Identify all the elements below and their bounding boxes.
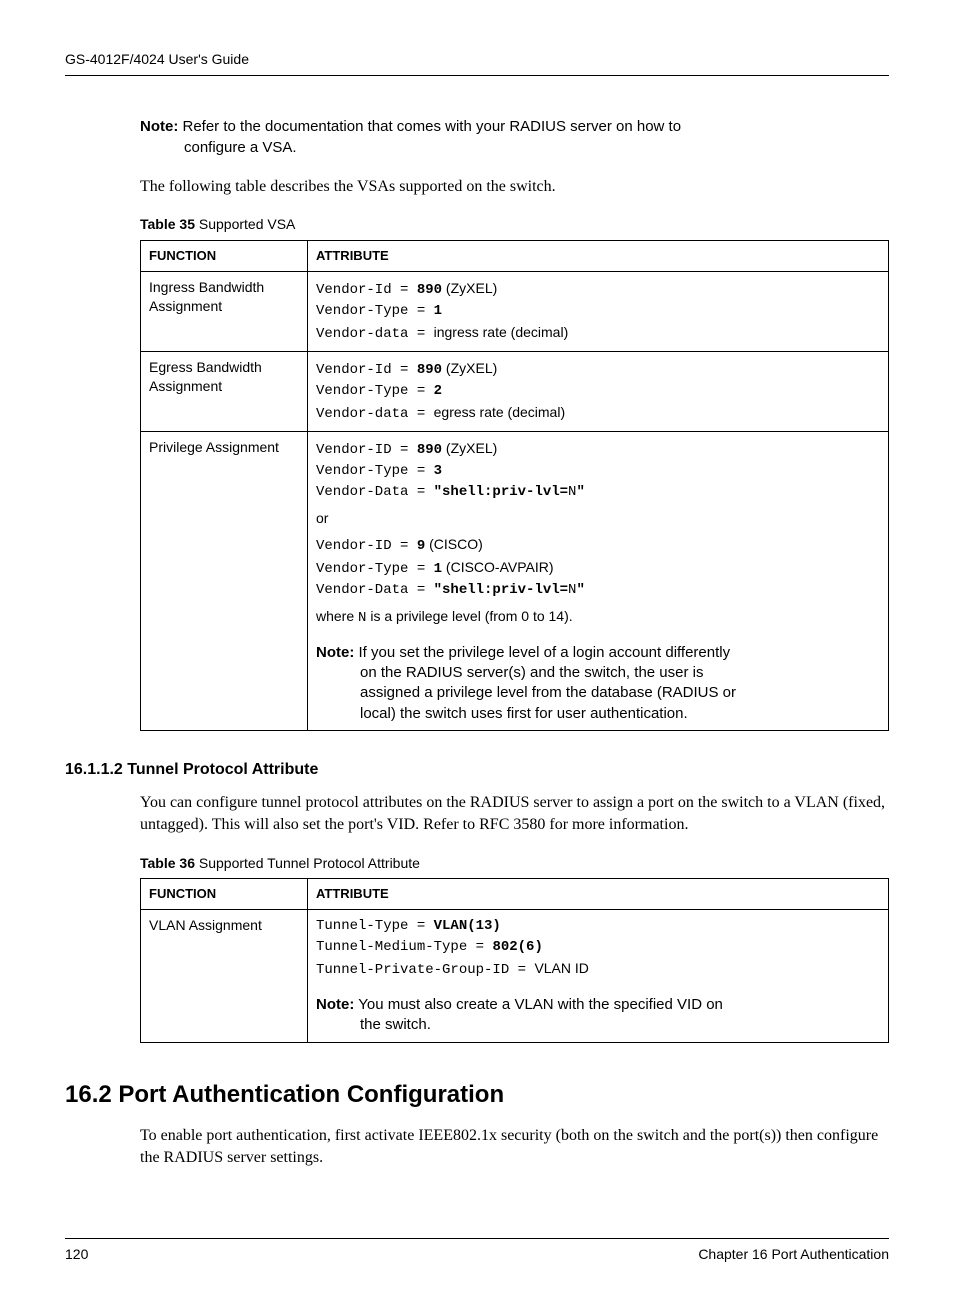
page-footer: 120 Chapter 16 Port Authentication xyxy=(65,1238,889,1264)
cell-attribute: Vendor-ID = 890 (ZyXEL) Vendor-Type = 3 … xyxy=(308,431,889,730)
table-row: Privilege Assignment Vendor-ID = 890 (Zy… xyxy=(141,431,889,730)
table-header-row: FUNCTION ATTRIBUTE xyxy=(141,241,889,272)
cell-function: Privilege Assignment xyxy=(141,431,308,730)
note-label: Note: xyxy=(140,118,178,135)
table36-caption: Table 36 Supported Tunnel Protocol Attri… xyxy=(140,854,889,873)
col-function: FUNCTION xyxy=(141,879,308,910)
subsection-heading: 16.1.1.2 Tunnel Protocol Attribute xyxy=(65,759,889,781)
cell-attribute: Vendor-Id = 890 (ZyXEL) Vendor-Type = 1 … xyxy=(308,271,889,351)
intro-paragraph: The following table describes the VSAs s… xyxy=(140,176,889,198)
table-row: Ingress Bandwidth Assignment Vendor-Id =… xyxy=(141,271,889,351)
col-function: FUNCTION xyxy=(141,241,308,272)
caption-title: Supported Tunnel Protocol Attribute xyxy=(195,855,420,871)
cell-function: Egress Bandwidth Assignment xyxy=(141,351,308,431)
chapter-label: Chapter 16 Port Authentication xyxy=(698,1245,889,1264)
caption-number: Table 35 xyxy=(140,216,195,232)
vlan-note: Note: You must also create a VLAN with t… xyxy=(316,995,880,1036)
col-attribute: ATTRIBUTE xyxy=(308,241,889,272)
table-tunnel-protocol: FUNCTION ATTRIBUTE VLAN Assignment Tunne… xyxy=(140,878,889,1042)
tunnel-paragraph: You can configure tunnel protocol attrib… xyxy=(140,792,889,835)
table-row: Egress Bandwidth Assignment Vendor-Id = … xyxy=(141,351,889,431)
caption-title: Supported VSA xyxy=(195,216,295,232)
table-header-row: FUNCTION ATTRIBUTE xyxy=(141,879,889,910)
cell-function: Ingress Bandwidth Assignment xyxy=(141,271,308,351)
privilege-note: Note: If you set the privilege level of … xyxy=(316,643,880,724)
table-row: VLAN Assignment Tunnel-Type = VLAN(13) T… xyxy=(141,910,889,1043)
section-paragraph: To enable port authentication, first act… xyxy=(140,1125,889,1168)
table-supported-vsa: FUNCTION ATTRIBUTE Ingress Bandwidth Ass… xyxy=(140,240,889,730)
note-text-line2: configure a VSA. xyxy=(140,137,889,158)
section-heading: 16.2 Port Authentication Configuration xyxy=(65,1079,889,1111)
note-text-line1: Refer to the documentation that comes wi… xyxy=(183,118,682,135)
cell-function: VLAN Assignment xyxy=(141,910,308,1043)
cell-attribute: Tunnel-Type = VLAN(13) Tunnel-Medium-Typ… xyxy=(308,910,889,1043)
cell-attribute: Vendor-Id = 890 (ZyXEL) Vendor-Type = 2 … xyxy=(308,351,889,431)
top-note: Note: Refer to the documentation that co… xyxy=(140,116,889,158)
guide-title: GS-4012F/4024 User's Guide xyxy=(65,51,249,67)
table35-caption: Table 35 Supported VSA xyxy=(140,215,889,234)
page-number: 120 xyxy=(65,1245,88,1264)
caption-number: Table 36 xyxy=(140,855,195,871)
or-separator: or xyxy=(316,509,880,528)
where-clause: where N is a privilege level (from 0 to … xyxy=(316,607,880,629)
col-attribute: ATTRIBUTE xyxy=(308,879,889,910)
running-header: GS-4012F/4024 User's Guide xyxy=(65,50,889,76)
